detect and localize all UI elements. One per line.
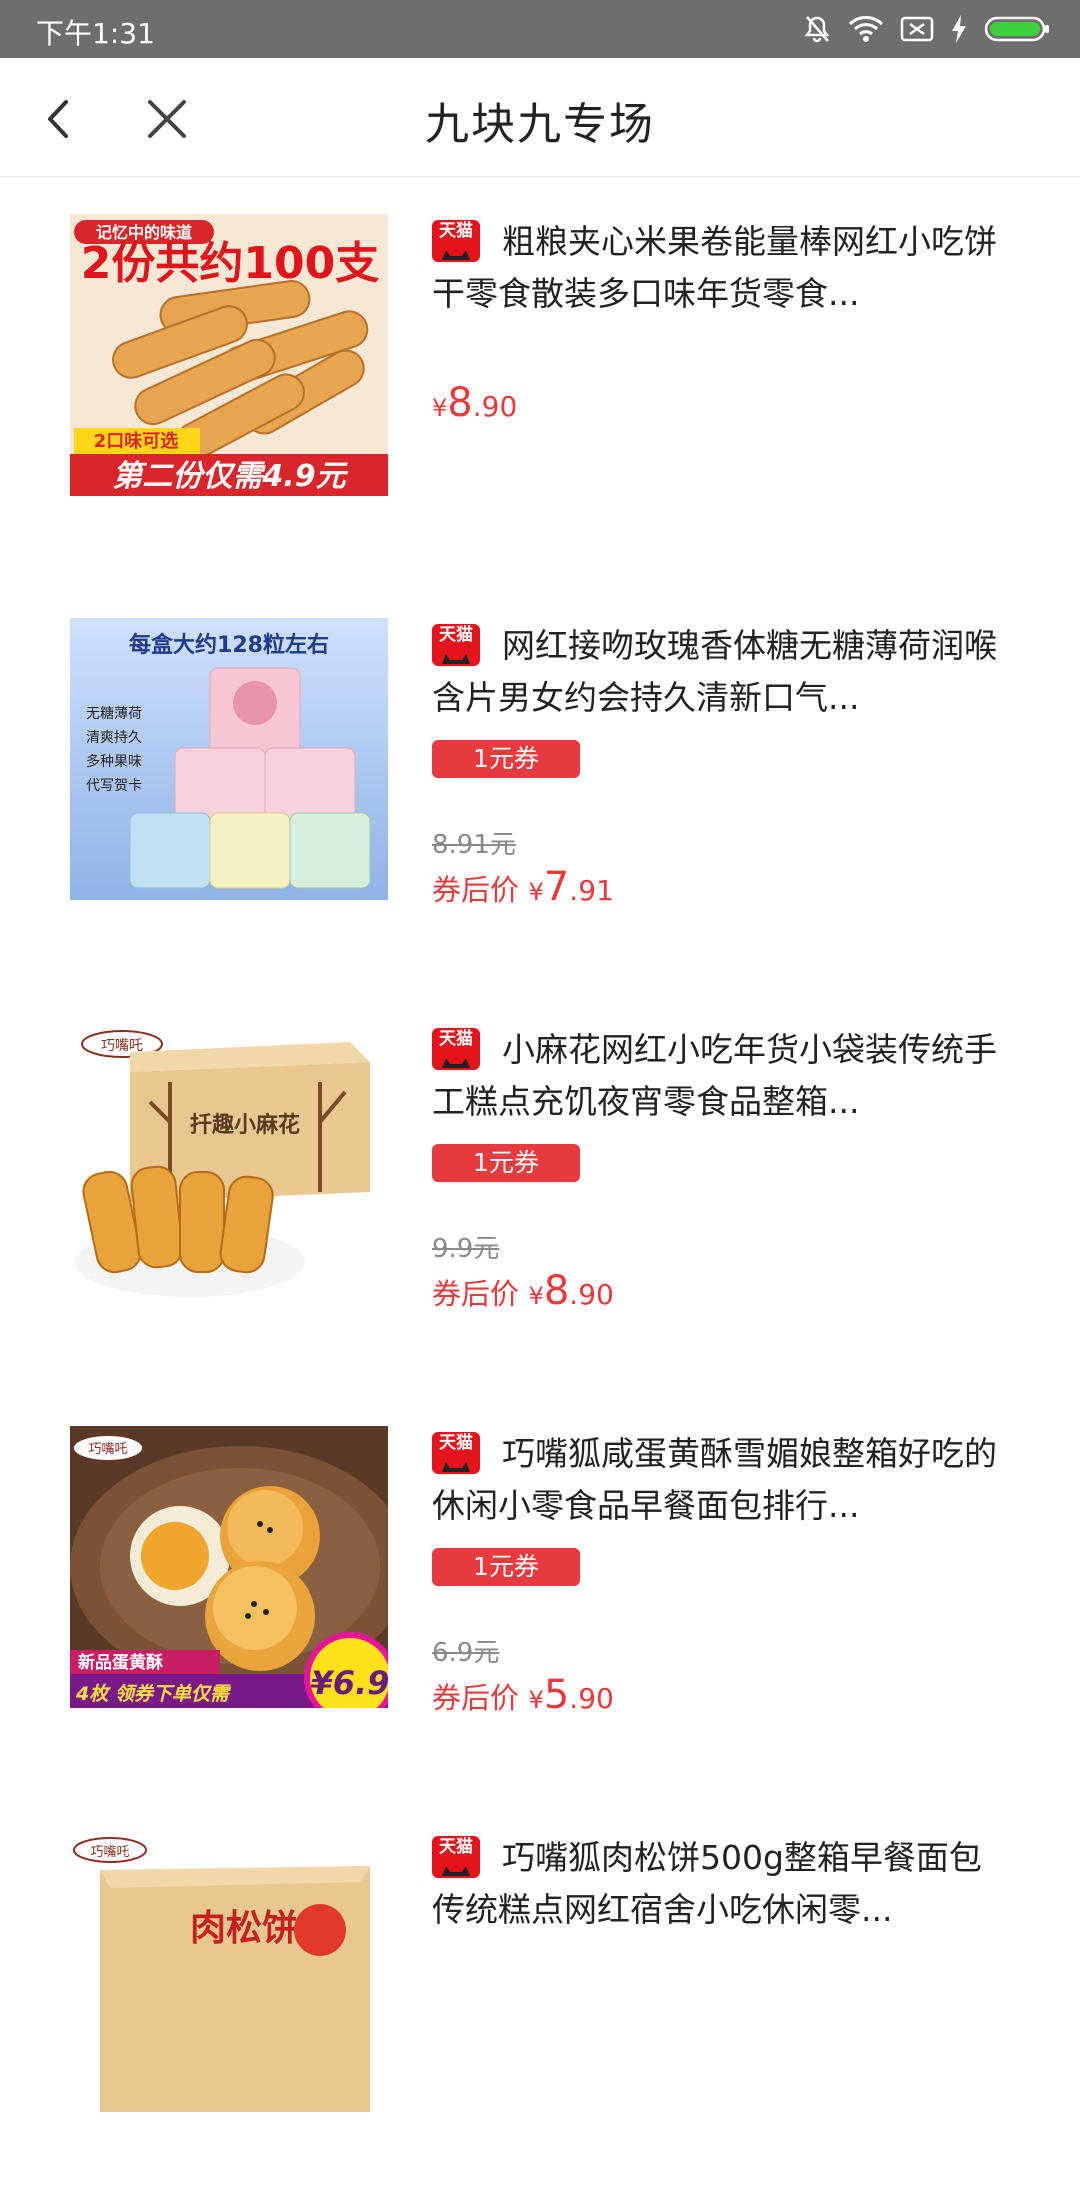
product-item[interactable]: 巧嘴吒 扦趣小麻花 天猫 小麻花网红小吃年货小袋装传统手工糕点充饥夜宵零食品整箱…	[0, 986, 1080, 1390]
flavor-tag: 2口味可选	[94, 431, 179, 452]
egg-yolk-pastry-image: 巧嘴吒 新品蛋黄酥 4枚 领券下单仅需 ¥6.9	[70, 1426, 388, 1708]
tmall-badge-icon: 天猫	[432, 1028, 480, 1070]
product-item[interactable]: 记忆中的味道 2份共约100支 2口味可选 第二份仅需4.9元 天猫 粗粮夹心米…	[0, 178, 1080, 582]
price-label: 券后价	[432, 1681, 520, 1715]
price-decimal: .90	[569, 1682, 614, 1715]
brand-logo: 巧嘴吒	[88, 1442, 127, 1457]
box-label: 扦趣小麻花	[190, 1112, 300, 1138]
check-item: 多种果味	[86, 753, 142, 770]
product-image[interactable]: 巧嘴吒 新品蛋黄酥 4枚 领券下单仅需 ¥6.9	[70, 1426, 388, 1708]
mahua-image: 巧嘴吒 扦趣小麻花	[70, 1022, 388, 1304]
tmall-badge-icon: 天猫	[432, 624, 480, 666]
original-price: 8.91元	[432, 830, 516, 860]
product-item[interactable]: 每盒大约128粒左右 无糖薄荷 清爽持久 多种果味 代写贺卡 天猫 网红接吻玫瑰…	[0, 582, 1080, 986]
title-bar: 九块九专场	[0, 58, 1080, 177]
product-item[interactable]: 巧嘴吒 新品蛋黄酥 4枚 领券下单仅需 ¥6.9 天猫 巧嘴狐咸蛋黄酥雪媚娘整箱…	[0, 1390, 1080, 1794]
no-sim-icon	[900, 16, 934, 42]
meat-floss-cake-image: 巧嘴吒 肉松饼	[70, 1830, 388, 2112]
status-icons	[802, 10, 1050, 48]
product-title[interactable]: 粗粮夹心米果卷能量棒网红小吃饼干零食散装多口味年货零食...	[432, 216, 1012, 320]
price-decimal: .90	[472, 390, 518, 423]
mute-bell-icon	[804, 16, 830, 43]
status-bar: 下午1:31	[0, 0, 1080, 58]
product-image[interactable]: 巧嘴吒 肉松饼	[70, 1830, 388, 2112]
product-info: 天猫 巧嘴狐肉松饼500g整箱早餐面包传统糕点网红宿舍小吃休闲零...	[432, 1832, 1012, 2152]
price-integer: 7	[543, 864, 570, 910]
product-title[interactable]: 小麻花网红小吃年货小袋装传统手工糕点充饥夜宵零食品整箱...	[432, 1024, 1012, 1128]
promo-text: 第二份仅需4.9元	[112, 459, 348, 494]
price: 券后价 ¥5.90	[432, 1672, 614, 1718]
check-item: 清爽持久	[86, 730, 142, 746]
product-title[interactable]: 巧嘴狐肉松饼500g整箱早餐面包传统糕点网红宿舍小吃休闲零...	[432, 1832, 1012, 1936]
price: 券后价 ¥8.90	[432, 1268, 614, 1314]
currency-symbol: ¥	[432, 394, 448, 422]
product-list: 记忆中的味道 2份共约100支 2口味可选 第二份仅需4.9元 天猫 粗粮夹心米…	[0, 178, 1080, 2198]
promo-text: 4枚 领券下单仅需	[75, 1683, 232, 1705]
page-title: 九块九专场	[425, 99, 655, 150]
product-info: 天猫 网红接吻玫瑰香体糖无糖薄荷润喉含片男女约会持久清新口气... 1元券 8.…	[432, 620, 1012, 940]
box-label: 肉松饼	[190, 1908, 298, 1949]
product-info: 天猫 巧嘴狐咸蛋黄酥雪媚娘整箱好吃的休闲小零食品早餐面包排行... 1元券 6.…	[432, 1428, 1012, 1748]
battery-icon	[984, 16, 1049, 42]
tmall-badge-icon: 天猫	[432, 1836, 480, 1878]
mint-candy-image: 每盒大约128粒左右 无糖薄荷 清爽持久 多种果味 代写贺卡	[70, 618, 388, 900]
brand-logo: 巧嘴吒	[101, 1038, 143, 1054]
candy-headline: 每盒大约128粒左右	[129, 632, 329, 658]
product-title[interactable]: 网红接吻玫瑰香体糖无糖薄荷润喉含片男女约会持久清新口气...	[432, 620, 1012, 724]
product-info: 天猫 小麻花网红小吃年货小袋装传统手工糕点充饥夜宵零食品整箱... 1元券 9.…	[432, 1024, 1012, 1344]
original-price: 9.9元	[432, 1234, 500, 1264]
tmall-badge-icon: 天猫	[432, 1432, 480, 1474]
product-info: 天猫 粗粮夹心米果卷能量棒网红小吃饼干零食散装多口味年货零食... ¥8.90	[432, 216, 1012, 536]
wifi-icon	[848, 16, 884, 42]
product-title[interactable]: 巧嘴狐咸蛋黄酥雪媚娘整箱好吃的休闲小零食品早餐面包排行...	[432, 1428, 1012, 1532]
check-item: 代写贺卡	[86, 778, 142, 794]
price-decimal: .91	[569, 874, 614, 907]
coupon-badge[interactable]: 1元券	[432, 1144, 580, 1182]
check-item: 无糖薄荷	[86, 706, 142, 722]
price-integer: 5	[543, 1672, 570, 1718]
tmall-badge-icon: 天猫	[432, 220, 480, 262]
price-label: 券后价	[432, 1277, 520, 1311]
currency-symbol: ¥	[528, 1686, 544, 1714]
price-integer: 8	[543, 1268, 570, 1314]
banner-main-text: 2份共约100支	[81, 238, 379, 289]
coupon-badge[interactable]: 1元券	[432, 740, 580, 778]
product-item[interactable]: 巧嘴吒 肉松饼 天猫 巧嘴狐肉松饼500g整箱早餐面包传统糕点网红宿舍小吃休闲零…	[0, 1794, 1080, 2198]
coupon-badge[interactable]: 1元券	[432, 1548, 580, 1586]
currency-symbol: ¥	[528, 878, 544, 906]
price: 券后价 ¥7.91	[432, 864, 614, 910]
product-image[interactable]: 每盒大约128粒左右 无糖薄荷 清爽持久 多种果味 代写贺卡	[70, 618, 388, 900]
new-product-tag: 新品蛋黄酥	[78, 1652, 163, 1673]
charging-icon	[952, 15, 966, 43]
rice-roll-image: 记忆中的味道 2份共约100支 2口味可选 第二份仅需4.9元	[70, 214, 388, 496]
price-integer: 8	[447, 380, 473, 426]
product-image[interactable]: 记忆中的味道 2份共约100支 2口味可选 第二份仅需4.9元	[70, 214, 388, 496]
product-image[interactable]: 巧嘴吒 扦趣小麻花	[70, 1022, 388, 1304]
price-label: 券后价	[432, 873, 520, 907]
price: ¥8.90	[432, 380, 517, 426]
price-badge: ¥6.9	[311, 1664, 388, 1702]
status-time: 下午1:31	[36, 17, 155, 50]
original-price: 6.9元	[432, 1638, 500, 1668]
currency-symbol: ¥	[528, 1282, 544, 1310]
price-decimal: .90	[569, 1278, 614, 1311]
brand-logo: 巧嘴吒	[90, 1845, 129, 1860]
